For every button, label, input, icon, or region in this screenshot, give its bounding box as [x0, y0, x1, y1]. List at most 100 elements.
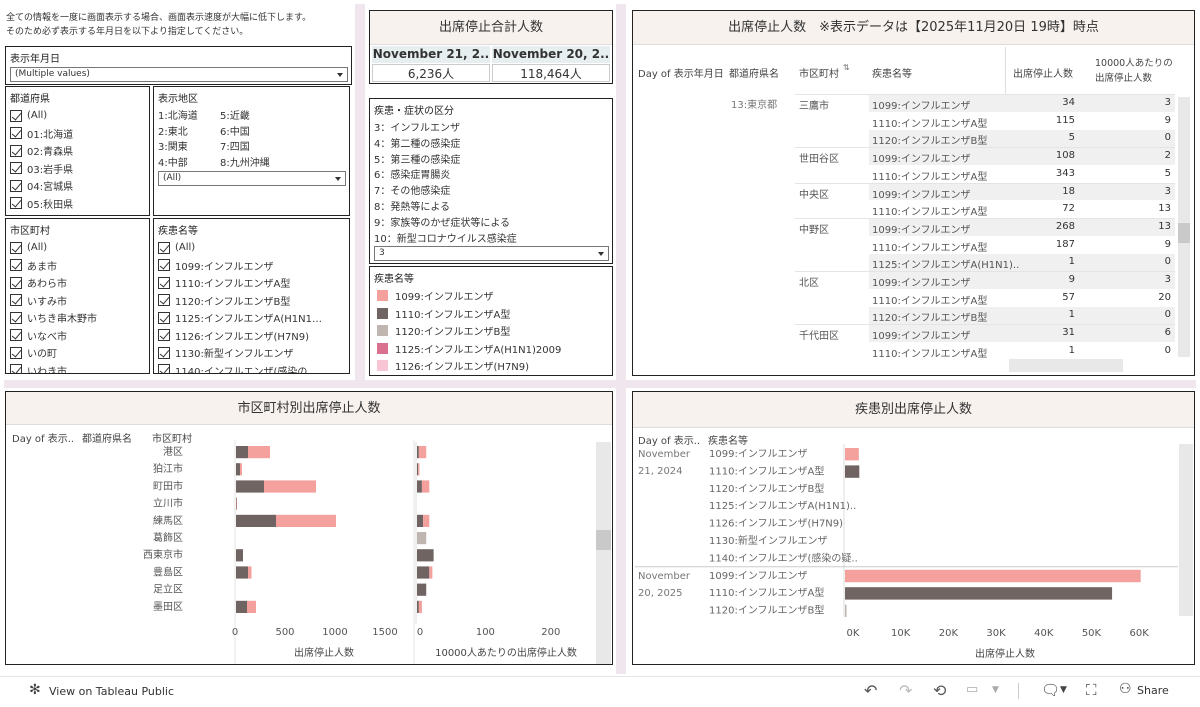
disease-item[interactable]: 1125:インフルエンザA(H1N1… [154, 309, 349, 327]
prefecture-item[interactable]: 02:青森県 [6, 142, 149, 160]
legend-item[interactable]: 1099:インフルエンザ [373, 287, 612, 305]
rate-chart-bar[interactable] [417, 532, 427, 545]
checkbox-checked-icon[interactable] [10, 241, 22, 254]
disease-chart-scrollbar[interactable] [1179, 444, 1193, 616]
city-chart-bar[interactable] [264, 480, 316, 493]
city-chart-bar[interactable] [276, 514, 336, 527]
legend-item[interactable]: 1110:インフルエンザA型 [373, 305, 612, 323]
disease-chart-bar[interactable] [845, 569, 1141, 583]
city-item[interactable]: いちき串木野市 [6, 309, 149, 327]
city-chart-bar[interactable] [236, 497, 237, 510]
disease-item[interactable]: 1120:インフルエンザB型 [154, 292, 349, 310]
city-chart-bar[interactable] [248, 566, 252, 579]
checkbox-checked-icon[interactable] [10, 197, 22, 210]
city-chart-bar[interactable] [247, 600, 256, 613]
city-chart-bar[interactable] [248, 446, 270, 459]
disease-item[interactable]: 1126:インフルエンザ(H7N9) [154, 327, 349, 345]
view-on-tableau-link[interactable]: View on Tableau Public [49, 685, 174, 698]
checkbox-checked-icon[interactable] [10, 179, 22, 192]
checkbox-checked-icon[interactable] [10, 276, 22, 289]
rate-chart-bar[interactable] [417, 446, 419, 459]
city-item[interactable]: (All) [6, 239, 149, 257]
city-item[interactable]: いなべ市 [6, 327, 149, 345]
rate-chart-bar[interactable] [417, 480, 422, 493]
revert-icon[interactable]: ⟲ [933, 681, 946, 700]
disease-item[interactable]: 1099:インフルエンザ [154, 257, 349, 275]
checkbox-checked-icon[interactable] [10, 162, 22, 175]
checkbox-checked-icon[interactable] [10, 329, 22, 342]
rate-chart-bar[interactable] [417, 549, 434, 562]
table-scrollbar-thumb[interactable] [1178, 223, 1190, 243]
category-filter-dropdown[interactable]: 3 [374, 246, 609, 261]
city-chart-bar[interactable] [236, 497, 238, 510]
city-item[interactable]: いわき市 [6, 362, 149, 373]
prefecture-item[interactable]: 04:宮城県 [6, 177, 149, 195]
rate-chart-bar[interactable] [423, 514, 430, 527]
checkbox-checked-icon[interactable] [158, 241, 170, 254]
disease-chart-bar[interactable] [845, 604, 847, 617]
chevron-down-icon[interactable]: ▼ [992, 685, 999, 695]
legend-item[interactable]: 1120:インフルエンザB型 [373, 322, 612, 340]
share-icon[interactable]: ⚇ [1119, 681, 1132, 697]
checkbox-checked-icon[interactable] [158, 294, 170, 307]
table-scrollbar-h[interactable] [1009, 359, 1123, 372]
rate-chart-bar[interactable] [417, 600, 419, 613]
checkbox-checked-icon[interactable] [10, 294, 22, 307]
city-chart-bar[interactable] [236, 600, 247, 613]
checkbox-checked-icon[interactable] [10, 144, 22, 157]
city-chart-bar[interactable] [236, 549, 243, 562]
rate-chart-bar[interactable] [418, 463, 420, 476]
city-chart-bar[interactable] [236, 463, 240, 476]
rate-chart-bar[interactable] [417, 463, 419, 476]
sort-icon[interactable]: ⇅ [843, 63, 850, 72]
city-chart-bar[interactable] [236, 566, 248, 579]
chevron-down-icon[interactable]: ▼ [1060, 685, 1067, 695]
checkbox-checked-icon[interactable] [158, 276, 170, 289]
comment-icon[interactable]: 🗨 [1041, 681, 1060, 699]
region-filter-dropdown[interactable]: (All) [158, 171, 346, 186]
legend-item[interactable]: 1125:インフルエンザA(H1N1)2009 [373, 340, 612, 358]
checkbox-checked-icon[interactable] [10, 346, 22, 359]
tableau-logo-icon[interactable]: ✻ [29, 682, 41, 698]
rate-chart-bar[interactable] [421, 480, 430, 493]
rate-chart-bar[interactable] [417, 514, 424, 527]
redo-icon[interactable]: ↷ [899, 681, 912, 700]
prefecture-item[interactable]: 01:北海道 [6, 125, 149, 143]
city-item[interactable]: いの町 [6, 344, 149, 362]
legend-item[interactable]: 1126:インフルエンザ(H7N9) [373, 357, 612, 375]
checkbox-checked-icon[interactable] [158, 259, 170, 272]
disease-chart-bar[interactable] [845, 448, 859, 461]
fullscreen-icon[interactable]: ⛶ [1086, 681, 1097, 699]
city-item[interactable]: あま市 [6, 257, 149, 275]
checkbox-checked-icon[interactable] [158, 346, 170, 359]
disease-item[interactable]: (All) [154, 239, 349, 257]
disease-chart-bar[interactable] [845, 465, 860, 478]
city-chart-scrollbar[interactable] [596, 442, 611, 664]
city-chart-bar[interactable] [236, 446, 248, 459]
disease-chart-bar[interactable] [845, 587, 1113, 600]
city-chart-bar[interactable] [236, 514, 276, 527]
checkbox-checked-icon[interactable] [158, 311, 170, 324]
city-item[interactable]: いすみ市 [6, 292, 149, 310]
undo-icon[interactable]: ↶ [864, 681, 877, 700]
city-chart-bar[interactable] [236, 480, 264, 493]
checkbox-checked-icon[interactable] [10, 311, 22, 324]
share-button[interactable]: Share [1137, 684, 1169, 697]
rate-chart-bar[interactable] [418, 600, 422, 613]
city-chart-bar[interactable] [240, 463, 242, 476]
checkbox-checked-icon[interactable] [10, 364, 22, 373]
prefecture-item[interactable]: 05:秋田県 [6, 195, 149, 213]
prefecture-item[interactable]: (All) [6, 107, 149, 125]
pause-updates-icon[interactable]: ▭ [966, 682, 978, 697]
rate-chart-bar[interactable] [417, 583, 427, 596]
city-item[interactable]: あわら市 [6, 274, 149, 292]
date-filter-dropdown[interactable]: (Multiple values) [10, 67, 348, 82]
checkbox-checked-icon[interactable] [10, 109, 22, 122]
checkbox-checked-icon[interactable] [10, 259, 22, 272]
rate-chart-bar[interactable] [417, 566, 430, 579]
rate-chart-bar[interactable] [429, 566, 433, 579]
disease-item[interactable]: 1110:インフルエンザA型 [154, 274, 349, 292]
prefecture-item[interactable]: 03:岩手県 [6, 160, 149, 178]
rate-chart-bar[interactable] [418, 446, 427, 459]
checkbox-checked-icon[interactable] [158, 329, 170, 342]
